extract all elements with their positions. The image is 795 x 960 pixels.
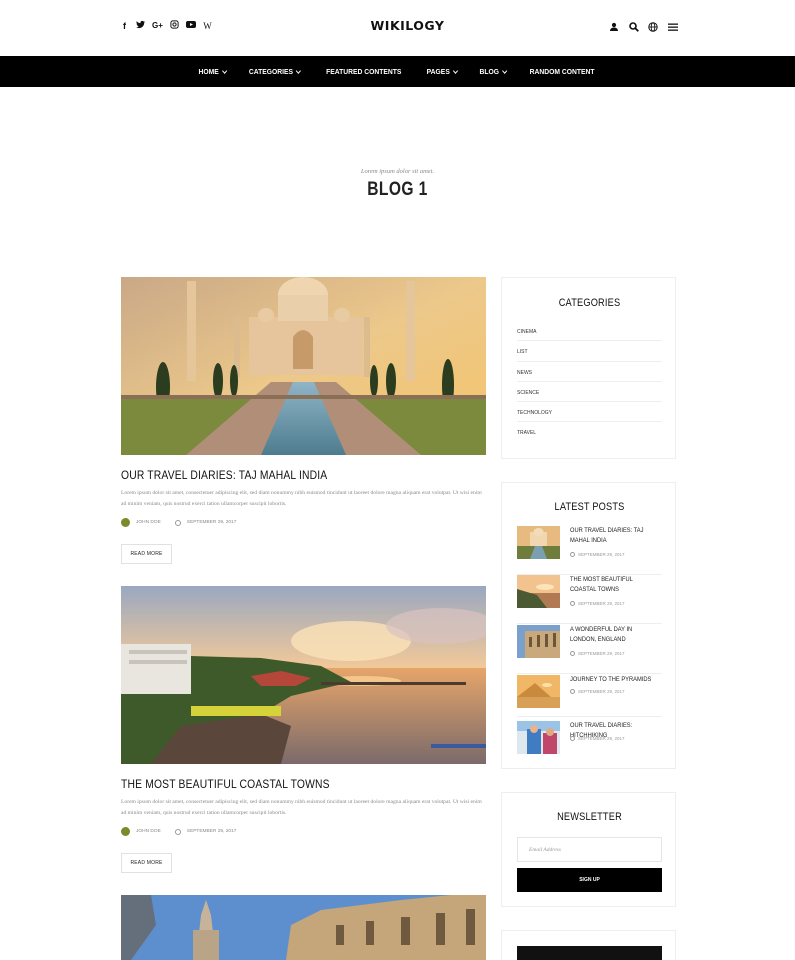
category-item-travel[interactable]: TRAVEL bbox=[517, 422, 662, 442]
latest-post-date: SEPTEMBER 29, 2017 bbox=[570, 736, 625, 741]
latest-post-title[interactable]: THE MOST BEAUTIFUL COASTAL TOWNS bbox=[570, 575, 656, 595]
top-header: f G+ W WIKILOGY bbox=[0, 0, 795, 56]
clock-icon bbox=[570, 651, 575, 656]
main-nav: HOME CATEGORIES FEATURED CONTENTS PAGES … bbox=[0, 56, 795, 87]
post-title[interactable]: OUR TRAVEL DIARIES: TAJ MAHAL INDIA bbox=[121, 468, 327, 482]
user-icon[interactable] bbox=[610, 19, 620, 33]
latest-post-date: SEPTEMBER 29, 2017 bbox=[570, 689, 625, 694]
post-thumbnail[interactable] bbox=[517, 625, 560, 658]
categories-widget: CATEGORIES CINEMA LIST NEWS SCIENCE TECH… bbox=[501, 277, 676, 459]
email-field[interactable]: Email Address bbox=[517, 837, 662, 862]
clock-icon bbox=[570, 689, 575, 694]
latest-post-title[interactable]: JOURNEY TO THE PYRAMIDS bbox=[570, 675, 656, 685]
post-image-coastal-town[interactable] bbox=[121, 586, 486, 764]
post-thumbnail[interactable] bbox=[517, 721, 560, 754]
read-more-button[interactable]: READ MORE bbox=[121, 544, 172, 564]
latest-post-date: SEPTEMBER 29, 2017 bbox=[570, 601, 625, 606]
chevron-down-icon bbox=[221, 67, 227, 74]
latest-post-item[interactable]: JOURNEY TO THE PYRAMIDS SEPTEMBER 29, 20… bbox=[517, 675, 662, 717]
clock-icon bbox=[570, 601, 575, 606]
globe-icon[interactable] bbox=[648, 19, 658, 33]
widget-title: LATEST POSTS bbox=[554, 501, 625, 513]
latest-post-title[interactable]: OUR TRAVEL DIARIES: TAJ MAHAL INDIA bbox=[570, 526, 656, 546]
sidebar-widget bbox=[501, 930, 676, 960]
post-author[interactable]: JOHN DOE bbox=[136, 829, 161, 834]
nav-label: PAGES bbox=[426, 67, 450, 76]
page-subtitle: Lorem ipsum dolor sit amet. bbox=[360, 168, 435, 175]
latest-post-date: SEPTEMBER 29, 2017 bbox=[570, 552, 625, 557]
latest-post-item[interactable]: THE MOST BEAUTIFUL COASTAL TOWNS SEPTEMB… bbox=[517, 575, 662, 624]
clock-icon bbox=[174, 828, 181, 835]
nav-label: RANDOM CONTENT bbox=[529, 67, 595, 76]
latest-post-item[interactable]: A WONDERFUL DAY IN LONDON, ENGLAND SEPTE… bbox=[517, 625, 662, 674]
date-text: SEPTEMBER 29, 2017 bbox=[578, 689, 625, 694]
header-actions bbox=[610, 19, 679, 33]
menu-icon[interactable] bbox=[667, 19, 679, 33]
date-text: SEPTEMBER 29, 2017 bbox=[578, 601, 625, 606]
latest-post-item[interactable]: OUR TRAVEL DIARIES: HITCHHIKING SEPTEMBE… bbox=[517, 721, 662, 761]
post-date: SEPTEMBER 29, 2017 bbox=[186, 520, 237, 525]
date-text: SEPTEMBER 29, 2017 bbox=[578, 552, 625, 557]
nav-label: CATEGORIES bbox=[249, 67, 294, 76]
date-text: SEPTEMBER 29, 2017 bbox=[578, 651, 625, 656]
nav-home[interactable]: HOME bbox=[198, 67, 227, 76]
newsletter-widget: NEWSLETTER Email Address SIGN UP bbox=[501, 792, 676, 907]
post-thumbnail[interactable] bbox=[517, 675, 560, 708]
date-text: SEPTEMBER 29, 2017 bbox=[578, 736, 625, 741]
nav-featured-contents[interactable]: FEATURED CONTENTS bbox=[326, 67, 401, 76]
post-meta: JOHN DOE SEPTEMBER 29, 2017 bbox=[121, 518, 236, 527]
post-image-london-building[interactable] bbox=[121, 895, 486, 960]
post-thumbnail[interactable] bbox=[517, 575, 560, 608]
post-date: SEPTEMBER 29, 2017 bbox=[186, 829, 237, 834]
post-excerpt: Lorem ipsum dolor sit amet, consectetuer… bbox=[121, 490, 482, 507]
nav-categories[interactable]: CATEGORIES bbox=[249, 67, 302, 76]
widget-title: CATEGORIES bbox=[558, 297, 621, 309]
avatar[interactable] bbox=[121, 827, 130, 836]
avatar[interactable] bbox=[121, 518, 130, 527]
chevron-down-icon bbox=[452, 67, 458, 74]
post-author[interactable]: JOHN DOE bbox=[136, 520, 161, 525]
latest-post-item[interactable]: OUR TRAVEL DIARIES: TAJ MAHAL INDIA SEPT… bbox=[517, 526, 662, 575]
category-list: CINEMA LIST NEWS SCIENCE TECHNOLOGY TRAV… bbox=[517, 321, 662, 443]
read-more-button[interactable]: READ MORE bbox=[121, 853, 172, 873]
page-title: BLOG 1 bbox=[367, 179, 428, 200]
sign-up-button[interactable]: SIGN UP bbox=[517, 868, 662, 892]
clock-icon bbox=[570, 736, 575, 741]
chevron-down-icon bbox=[296, 67, 302, 74]
post-meta: JOHN DOE SEPTEMBER 29, 2017 bbox=[121, 827, 236, 836]
nav-label: FEATURED CONTENTS bbox=[326, 67, 402, 76]
nav-label: HOME bbox=[198, 67, 219, 76]
nav-blog[interactable]: BLOG bbox=[479, 67, 507, 76]
category-item-science[interactable]: SCIENCE bbox=[517, 382, 662, 403]
category-item-cinema[interactable]: CINEMA bbox=[517, 321, 662, 342]
category-item-list[interactable]: LIST bbox=[517, 341, 662, 362]
latest-post-date: SEPTEMBER 29, 2017 bbox=[570, 651, 625, 656]
widget-image[interactable] bbox=[517, 946, 662, 960]
post-excerpt: Lorem ipsum dolor sit amet, consectetuer… bbox=[121, 799, 482, 816]
nav-random-content[interactable]: RANDOM CONTENT bbox=[530, 67, 595, 76]
search-icon[interactable] bbox=[629, 19, 639, 33]
chevron-down-icon bbox=[501, 67, 507, 74]
category-item-news[interactable]: NEWS bbox=[517, 362, 662, 382]
category-item-technology[interactable]: TECHNOLOGY bbox=[517, 402, 662, 423]
post-image-taj-mahal[interactable] bbox=[121, 277, 486, 455]
nav-pages[interactable]: PAGES bbox=[426, 67, 458, 76]
nav-label: BLOG bbox=[479, 67, 499, 76]
clock-icon bbox=[174, 519, 181, 526]
latest-posts-widget: LATEST POSTS OUR TRAVEL DIARIES: TAJ MAH… bbox=[501, 482, 676, 769]
post-title[interactable]: THE MOST BEAUTIFUL COASTAL TOWNS bbox=[121, 777, 330, 791]
post-thumbnail[interactable] bbox=[517, 526, 560, 559]
latest-post-title[interactable]: A WONDERFUL DAY IN LONDON, ENGLAND bbox=[570, 625, 656, 645]
clock-icon bbox=[570, 552, 575, 557]
widget-title: NEWSLETTER bbox=[557, 811, 622, 823]
